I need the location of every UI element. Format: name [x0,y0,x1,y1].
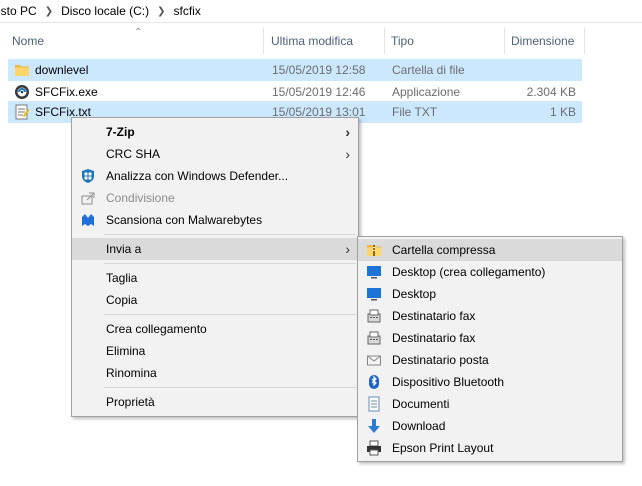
folder-icon [15,64,29,76]
column-header-modified-label: Ultima modifica [271,34,354,48]
column-header-modified[interactable]: Ultima modifica [265,28,385,54]
send-to-epson-print-layout[interactable]: Epson Print Layout [358,437,622,459]
menu-item-label: Elimina [106,344,146,358]
menu-item-label: Desktop (crea collegamento) [392,265,546,279]
menu-item-label: Dispositivo Bluetooth [392,375,505,389]
menu-item-label: Crea collegamento [106,322,207,336]
menu-item-label: Rinomina [106,366,157,380]
documents-icon [368,396,380,412]
file-name-cell: downlevel [14,59,88,81]
menu-item-copy[interactable]: Copia [72,289,358,311]
exe-icon [15,84,29,99]
share-icon [81,192,95,205]
breadcrumb-item-this-pc[interactable]: esto PC [0,4,41,18]
file-name-cell: SFCFix.exe [14,81,98,103]
column-headers: Nome ⌃ Ultima modifica Tipo Dimensione [0,27,642,54]
menu-item-crc-sha[interactable]: CRC SHA › [72,143,358,165]
breadcrumb-item-drive[interactable]: Disco locale (C:) [61,4,153,18]
file-modified: 15/05/2019 12:46 [272,85,366,99]
menu-item-delete[interactable]: Elimina [72,340,358,362]
menu-item-label: Copia [106,293,138,307]
desktop-icon [367,266,381,279]
column-header-type-label: Tipo [391,34,414,48]
file-modified: 15/05/2019 12:58 [272,63,366,77]
sort-up-icon: ⌃ [134,27,143,38]
send-to-mail-recipient[interactable]: Destinatario posta [358,349,622,371]
fax-icon [367,309,381,323]
windows-defender-icon [82,169,94,183]
menu-item-label: Destinatario fax [392,331,476,345]
send-to-desktop[interactable]: Desktop [358,283,622,305]
menu-item-label: Invia a [106,242,142,256]
file-row-downlevel[interactable]: downlevel 15/05/2019 12:58 Cartella di f… [8,59,582,81]
menu-item-7zip[interactable]: 7-Zip › [72,121,358,143]
bluetooth-icon [369,375,379,389]
menu-separator [104,263,356,264]
column-header-size[interactable]: Dimensione [505,28,585,54]
menu-item-label: Condivisione [106,191,175,205]
chevron-right-icon[interactable]: ❯ [41,6,61,17]
file-size: 2.304 KB [526,85,576,99]
breadcrumb: esto PC ❯ Disco locale (C:) ❯ sfcfix [0,0,642,23]
menu-separator [104,387,356,388]
menu-item-label: Taglia [106,271,138,285]
menu-item-label: Destinatario posta [392,353,489,367]
menu-item-label: Proprietà [106,395,155,409]
file-row-sfcfix-exe[interactable]: SFCFix.exe 15/05/2019 12:46 Applicazione… [8,81,582,103]
column-header-type[interactable]: Tipo [385,28,505,54]
send-to-fax-recipient-2[interactable]: Destinatario fax [358,327,622,349]
mail-icon [367,355,381,366]
menu-item-label: Analizza con Windows Defender... [106,169,289,183]
menu-item-label: Desktop [392,287,437,301]
zip-folder-icon [367,245,381,256]
chevron-right-icon: › [345,124,350,140]
menu-item-label: 7-Zip [106,125,135,139]
send-to-desktop-shortcut[interactable]: Desktop (crea collegamento) [358,261,622,283]
download-icon [368,419,380,433]
menu-item-label: CRC SHA [106,147,161,161]
menu-item-share[interactable]: Condivisione [72,187,358,209]
menu-separator [104,234,356,235]
file-type: Applicazione [392,85,461,99]
file-name: SFCFix.exe [35,85,98,99]
column-header-name[interactable]: Nome ⌃ [6,27,264,54]
malwarebytes-icon [82,214,94,226]
menu-item-label: Cartella compressa [392,243,496,257]
file-type: File TXT [392,105,438,119]
context-menu: 7-Zip › CRC SHA › Analizza con Windows D… [71,117,359,417]
column-header-name-label: Nome [12,34,45,48]
menu-item-rename[interactable]: Rinomina [72,362,358,384]
file-size: 1 KB [549,105,576,119]
send-to-fax-recipient-1[interactable]: Destinatario fax [358,305,622,327]
menu-separator [104,314,356,315]
menu-item-label: Documenti [392,397,450,411]
menu-item-label: Download [392,419,446,433]
menu-item-malwarebytes[interactable]: Scansiona con Malwarebytes [72,209,358,231]
file-type: Cartella di file [392,63,465,77]
send-to-bluetooth[interactable]: Dispositivo Bluetooth [358,371,622,393]
breadcrumb-item-folder[interactable]: sfcfix [174,4,205,18]
file-name: downlevel [35,63,89,77]
menu-item-label: Scansiona con Malwarebytes [106,213,263,227]
menu-item-label: Destinatario fax [392,309,476,323]
send-to-submenu: Cartella compressa Desktop (crea collega… [357,236,623,462]
column-header-size-label: Dimensione [511,34,575,48]
menu-item-windows-defender[interactable]: Analizza con Windows Defender... [72,165,358,187]
text-file-icon [15,104,30,120]
chevron-right-icon: › [345,241,350,257]
menu-item-properties[interactable]: Proprietà [72,391,358,413]
chevron-right-icon[interactable]: ❯ [153,6,173,17]
chevron-right-icon: › [345,146,350,162]
menu-item-label: Epson Print Layout [392,441,494,455]
fax-icon [367,331,381,345]
send-to-download[interactable]: Download [358,415,622,437]
menu-item-cut[interactable]: Taglia [72,267,358,289]
menu-item-create-shortcut[interactable]: Crea collegamento [72,318,358,340]
desktop-icon [367,288,381,301]
menu-item-send-to[interactable]: Invia a › [72,238,358,260]
printer-icon [367,440,381,456]
send-to-compressed-folder[interactable]: Cartella compressa [358,239,622,261]
send-to-documents[interactable]: Documenti [358,393,622,415]
